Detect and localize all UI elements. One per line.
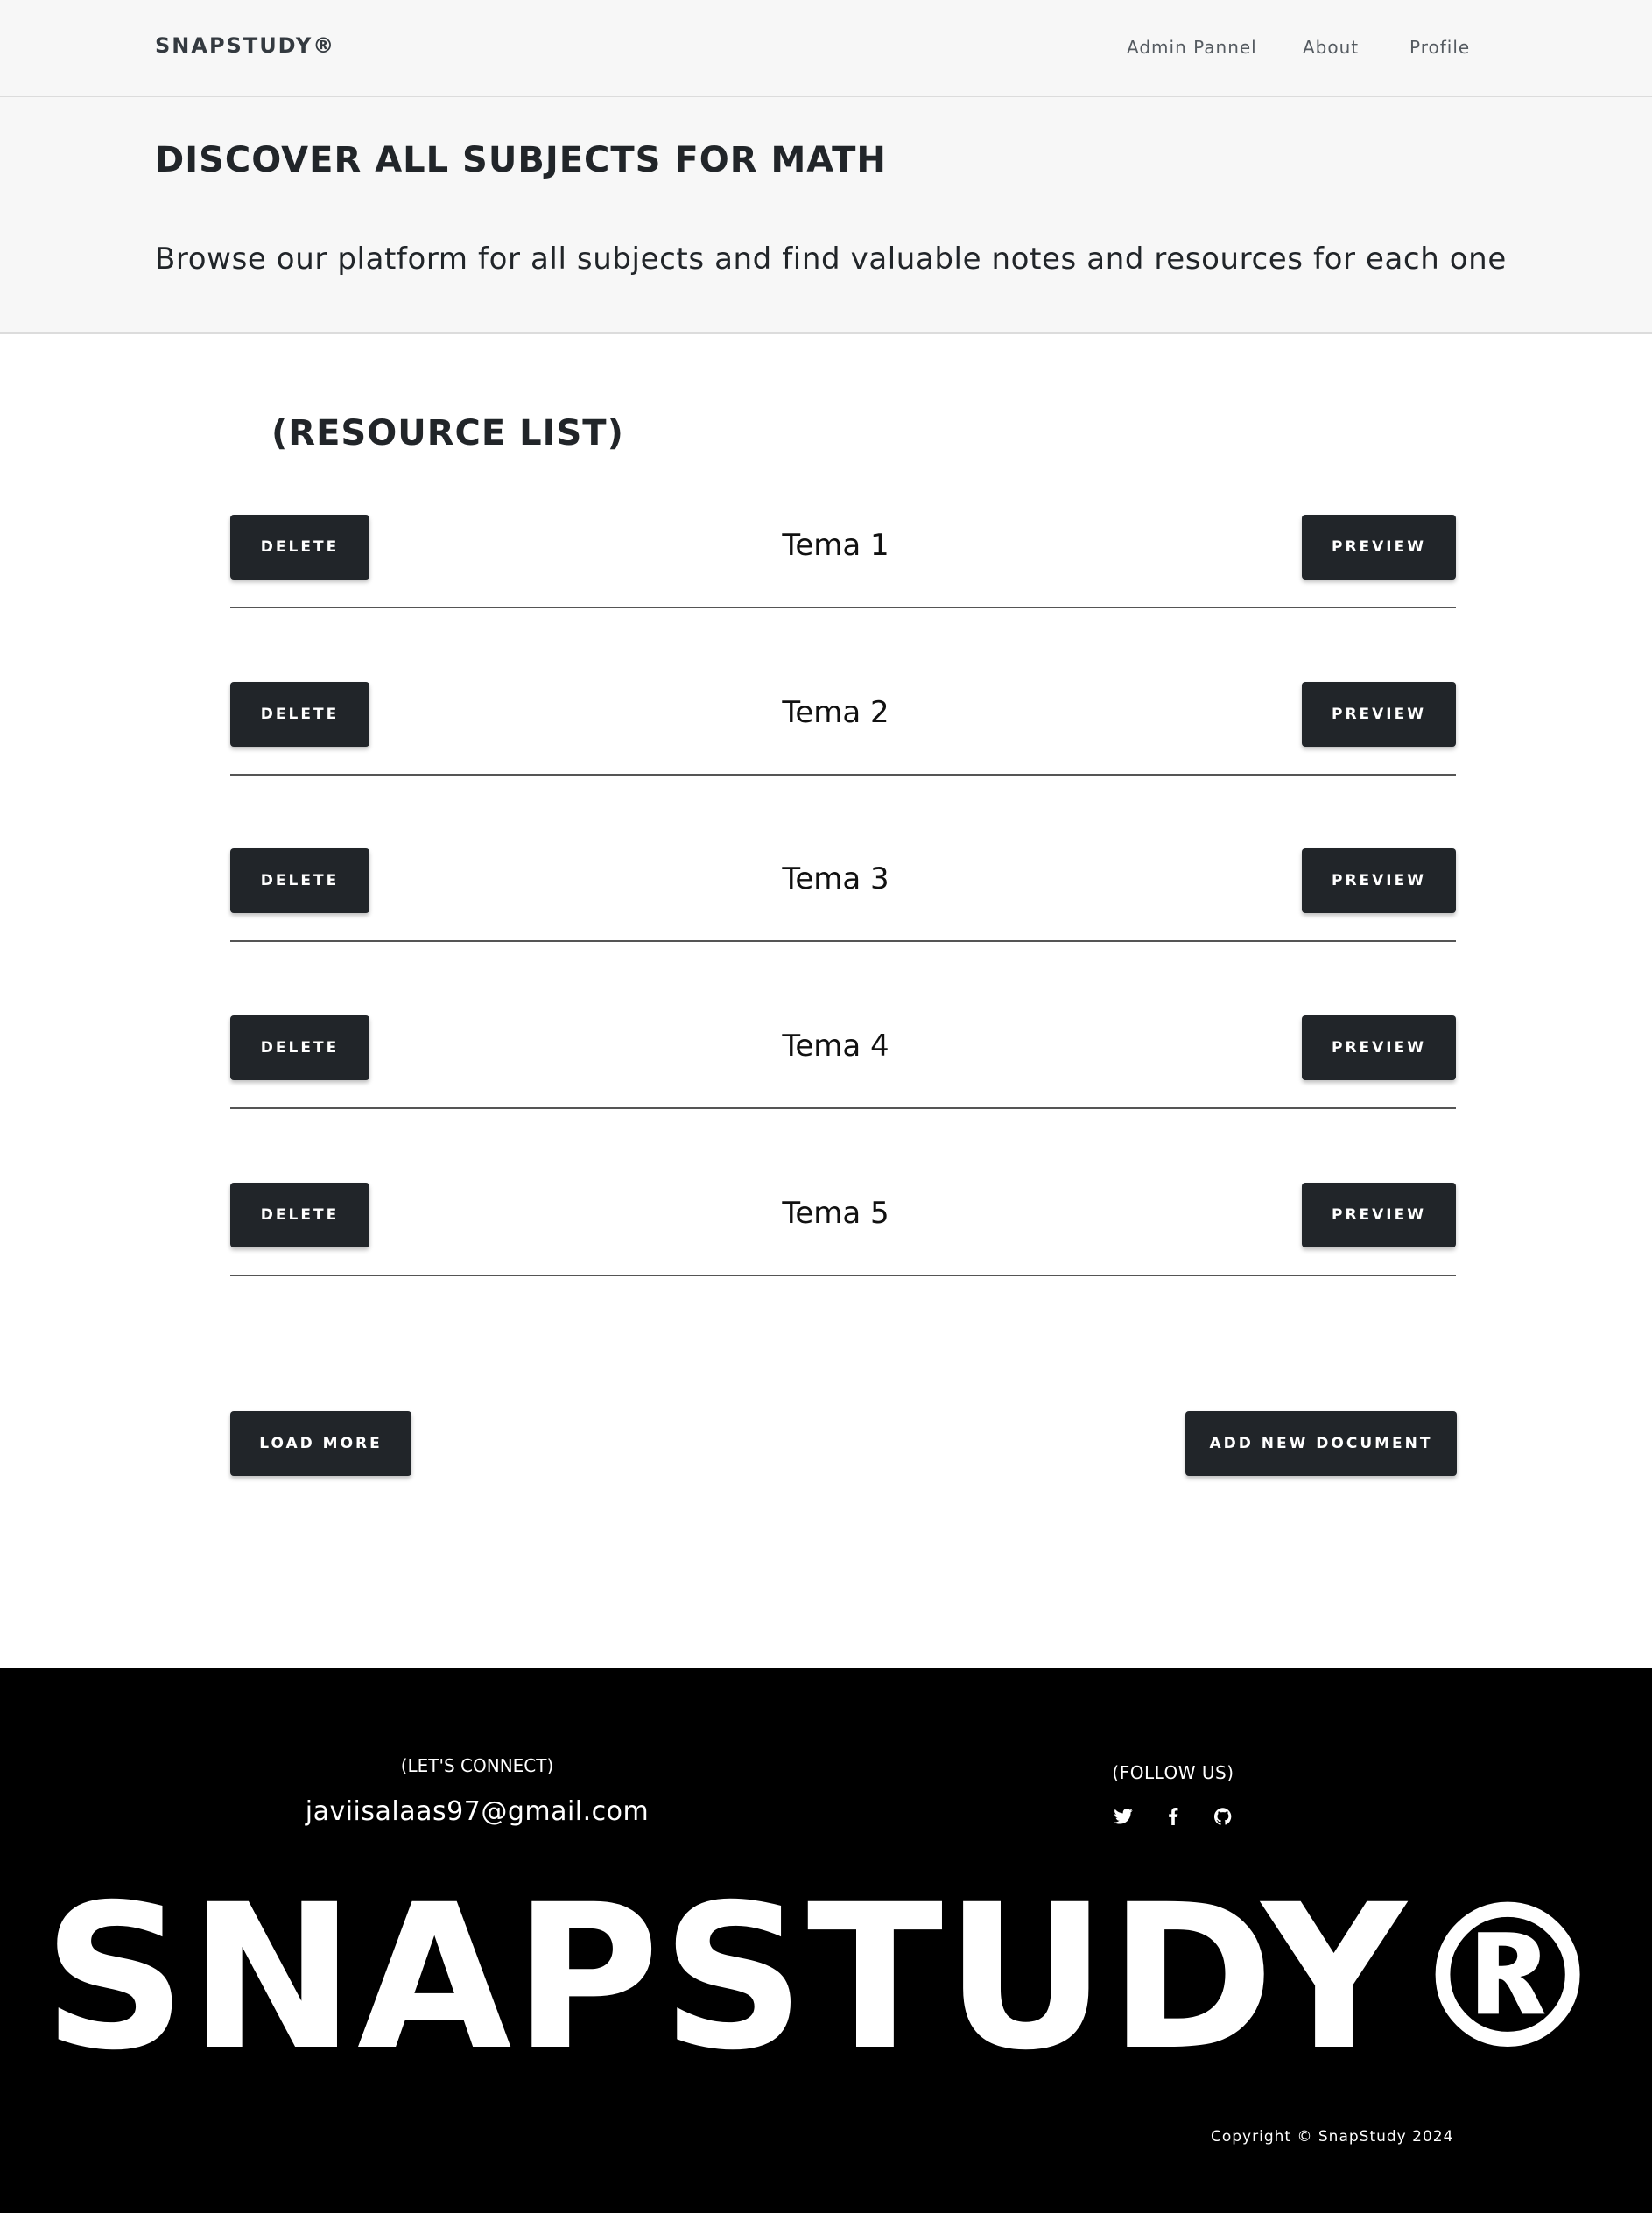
hero-section: DISCOVER ALL SUBJECTS FOR MATH Browse ou… — [0, 97, 1652, 334]
add-new-document-button[interactable]: ADD NEW DOCUMENT — [1185, 1411, 1457, 1476]
list-item: DELETE Tema 3 PREVIEW — [230, 826, 1456, 993]
brand-logo[interactable]: SNAPSTUDY® — [155, 33, 335, 58]
list-item: DELETE Tema 2 PREVIEW — [230, 660, 1456, 826]
preview-button[interactable]: PREVIEW — [1302, 682, 1456, 747]
nav-link-about[interactable]: About — [1303, 37, 1359, 58]
row-divider — [230, 774, 1456, 776]
twitter-icon[interactable] — [1112, 1805, 1135, 1828]
nav-link-profile[interactable]: Profile — [1409, 37, 1470, 58]
page-title: DISCOVER ALL SUBJECTS FOR MATH — [155, 140, 887, 180]
row-divider — [230, 1275, 1456, 1276]
follow-label: (FOLLOW US) — [1112, 1762, 1234, 1783]
list-item: DELETE Tema 1 PREVIEW — [230, 493, 1456, 659]
facebook-icon[interactable] — [1162, 1805, 1185, 1828]
resource-name: Tema 4 — [782, 1029, 889, 1064]
connect-label: (LET'S CONNECT) — [400, 1755, 554, 1776]
footer-brand-wordmark: SNAPSTUDY® — [42, 1861, 1610, 2094]
resource-name: Tema 2 — [782, 695, 889, 730]
nav-link-admin-panel[interactable]: Admin Pannel — [1127, 37, 1257, 58]
resource-name: Tema 1 — [782, 528, 889, 563]
preview-button[interactable]: PREVIEW — [1302, 1183, 1456, 1247]
resource-name: Tema 5 — [782, 1196, 889, 1231]
preview-button[interactable]: PREVIEW — [1302, 848, 1456, 913]
list-item: DELETE Tema 4 PREVIEW — [230, 994, 1456, 1160]
list-item: DELETE Tema 5 PREVIEW — [230, 1161, 1456, 1327]
row-divider — [230, 940, 1456, 942]
row-divider — [230, 1107, 1456, 1109]
contact-email-link[interactable]: javiisalaas97@gmail.com — [0, 1796, 954, 1827]
row-divider — [230, 607, 1456, 608]
resource-name: Tema 3 — [782, 861, 889, 896]
copyright-text: Copyright © SnapStudy 2024 — [1211, 2128, 1454, 2146]
preview-button[interactable]: PREVIEW — [1302, 515, 1456, 580]
navbar: SNAPSTUDY® Admin Pannel About Profile — [0, 0, 1652, 97]
github-icon[interactable] — [1212, 1805, 1234, 1828]
page-subtitle: Browse our platform for all subjects and… — [155, 242, 1507, 277]
preview-button[interactable]: PREVIEW — [1302, 1015, 1456, 1080]
resource-list-title: (RESOURCE LIST) — [271, 413, 624, 453]
footer: (LET'S CONNECT) javiisalaas97@gmail.com … — [0, 1668, 1652, 2213]
load-more-button[interactable]: LOAD MORE — [230, 1411, 411, 1476]
